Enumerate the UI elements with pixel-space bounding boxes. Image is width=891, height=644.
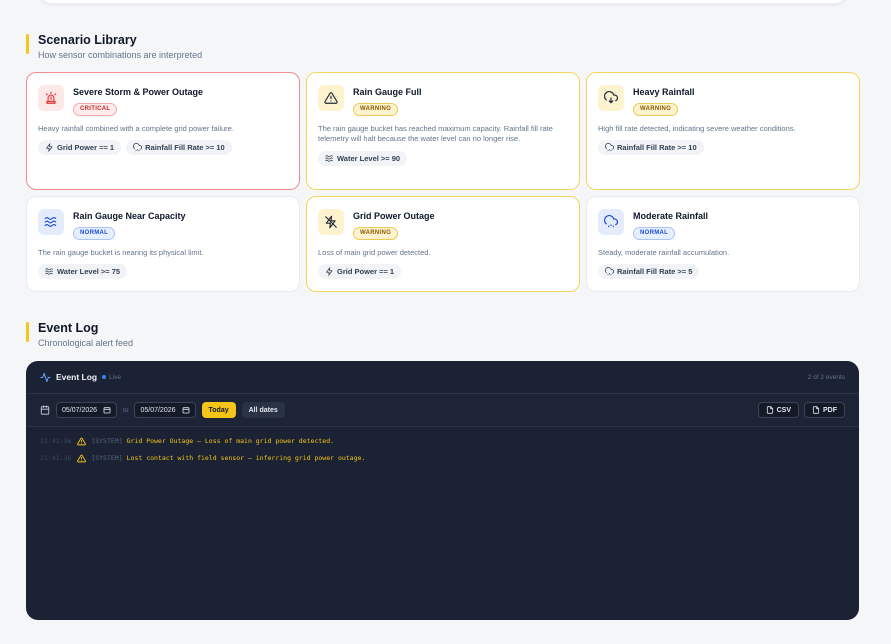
event-log-header: Event Log Chronological alert feed [26, 321, 133, 348]
card-title: Rain Gauge Full [353, 87, 422, 97]
scenario-card-grid-power-outage[interactable]: Grid Power Outage WARNING Loss of main g… [306, 196, 580, 292]
card-description: Loss of main grid power detected. [318, 247, 431, 257]
section-title: Scenario Library [38, 33, 137, 47]
file-icon [812, 406, 820, 414]
severity-badge: NORMAL [633, 226, 676, 240]
event-log-panel-header: Event Log Live 2 of 2 events [26, 361, 859, 394]
calendar-picker-icon [182, 407, 189, 414]
card-title: Severe Storm & Power Outage [73, 87, 204, 97]
section-accent-bar [26, 322, 29, 342]
log-entry: 21:41:36 [SYSTEM] Grid Power Outage — Lo… [40, 437, 845, 446]
cloud-drizzle-icon [598, 209, 624, 235]
activity-icon [40, 372, 51, 382]
severity-badge: WARNING [353, 102, 399, 116]
zap-off-icon [326, 267, 333, 276]
alert-triangle-icon [318, 85, 344, 111]
file-icon [766, 406, 773, 414]
card-title: Grid Power Outage [353, 211, 435, 221]
export-pdf-button[interactable]: PDF [804, 402, 845, 418]
condition-chip: Water Level >= 75 [38, 264, 128, 279]
warning-icon [77, 437, 87, 446]
event-log-entries: 21:41:36 [SYSTEM] Grid Power Outage — Lo… [26, 427, 859, 481]
log-entry: 21:41:36 [SYSTEM] Lost contact with fiel… [40, 454, 845, 463]
calendar-picker-icon [103, 407, 111, 414]
log-timestamp: 21:41:36 [40, 454, 72, 462]
all-dates-button[interactable]: All dates [241, 402, 285, 418]
waves-icon [45, 268, 53, 275]
warning-icon [77, 454, 87, 463]
waves-icon [38, 209, 64, 235]
waves-icon [325, 154, 333, 162]
export-csv-button[interactable]: CSV [757, 402, 799, 418]
top-panel-edge [38, 0, 848, 4]
card-description: Heavy rainfall combined with a complete … [38, 123, 234, 133]
severity-badge: CRITICAL [73, 102, 118, 116]
condition-chip: Grid Power == 1 [38, 140, 122, 155]
cloud-rain-icon [605, 267, 614, 276]
event-log-toolbar: 05/07/2026 to 05/07/2026 Today All dates… [26, 394, 859, 427]
scenario-grid: Severe Storm & Power Outage CRITICAL Hea… [26, 72, 860, 292]
severity-badge: NORMAL [73, 226, 116, 240]
section-accent-bar [26, 34, 29, 54]
event-log-panel: Event Log Live 2 of 2 events 05/07/2026 … [26, 361, 859, 620]
scenario-card-severe-storm[interactable]: Severe Storm & Power Outage CRITICAL Hea… [26, 72, 300, 190]
section-title: Event Log [38, 321, 99, 335]
power-off-icon [318, 209, 344, 235]
severity-badge: WARNING [633, 102, 679, 116]
scenario-card-moderate-rainfall[interactable]: Moderate Rainfall NORMAL Steady, moderat… [586, 196, 860, 292]
severity-badge: WARNING [353, 226, 399, 240]
card-description: The rain gauge bucket is nearing its phy… [38, 247, 204, 257]
live-label: Live [109, 373, 122, 381]
condition-chip: Grid Power == 1 [318, 264, 402, 279]
siren-icon [38, 85, 64, 111]
condition-chip: Rainfall Fill Rate >= 10 [598, 140, 704, 155]
cloud-rain-icon [605, 143, 614, 152]
to-date-input[interactable]: 05/07/2026 [134, 402, 196, 418]
log-timestamp: 21:41:36 [40, 437, 72, 445]
date-range-separator: to [123, 406, 129, 414]
card-title: Rain Gauge Near Capacity [73, 211, 186, 221]
scenario-card-rain-gauge-full[interactable]: Rain Gauge Full WARNING The rain gauge b… [306, 72, 580, 190]
card-description: The rain gauge bucket has reached maximu… [318, 123, 553, 144]
log-message: Lost contact with field sensor — inferri… [126, 454, 366, 462]
cloud-rain-icon [598, 85, 624, 111]
from-date-input[interactable]: 05/07/2026 [56, 402, 118, 418]
scenario-card-heavy-rainfall[interactable]: Heavy Rainfall WARNING High fill rate de… [586, 72, 860, 190]
condition-chip: Rainfall Fill Rate >= 10 [126, 140, 232, 155]
live-indicator-dot [102, 375, 107, 379]
condition-chip: Rainfall Fill Rate >= 5 [598, 264, 700, 279]
scenario-card-rain-gauge-near-capacity[interactable]: Rain Gauge Near Capacity NORMAL The rain… [26, 196, 300, 292]
calendar-icon [40, 405, 50, 415]
event-log-title: Event Log [56, 372, 98, 382]
scenario-library-header: Scenario Library How sensor combinations… [26, 33, 202, 60]
today-button[interactable]: Today [201, 402, 236, 418]
card-title: Heavy Rainfall [633, 87, 695, 97]
section-subtitle: Chronological alert feed [38, 338, 134, 348]
zap-off-icon [46, 143, 53, 152]
card-title: Moderate Rainfall [633, 211, 709, 221]
event-count: 2 of 2 events [807, 373, 845, 381]
log-source: [SYSTEM] [91, 437, 123, 445]
cloud-rain-icon [133, 143, 143, 152]
log-message: Grid Power Outage — Loss of main grid po… [126, 437, 335, 445]
log-source: [SYSTEM] [91, 454, 123, 462]
card-description: Steady, moderate rainfall accumulation. [598, 247, 730, 257]
condition-chip: Water Level >= 90 [318, 150, 408, 166]
card-description: High fill rate detected, indicating seve… [598, 123, 796, 133]
section-subtitle: How sensor combinations are interpreted [38, 50, 203, 60]
